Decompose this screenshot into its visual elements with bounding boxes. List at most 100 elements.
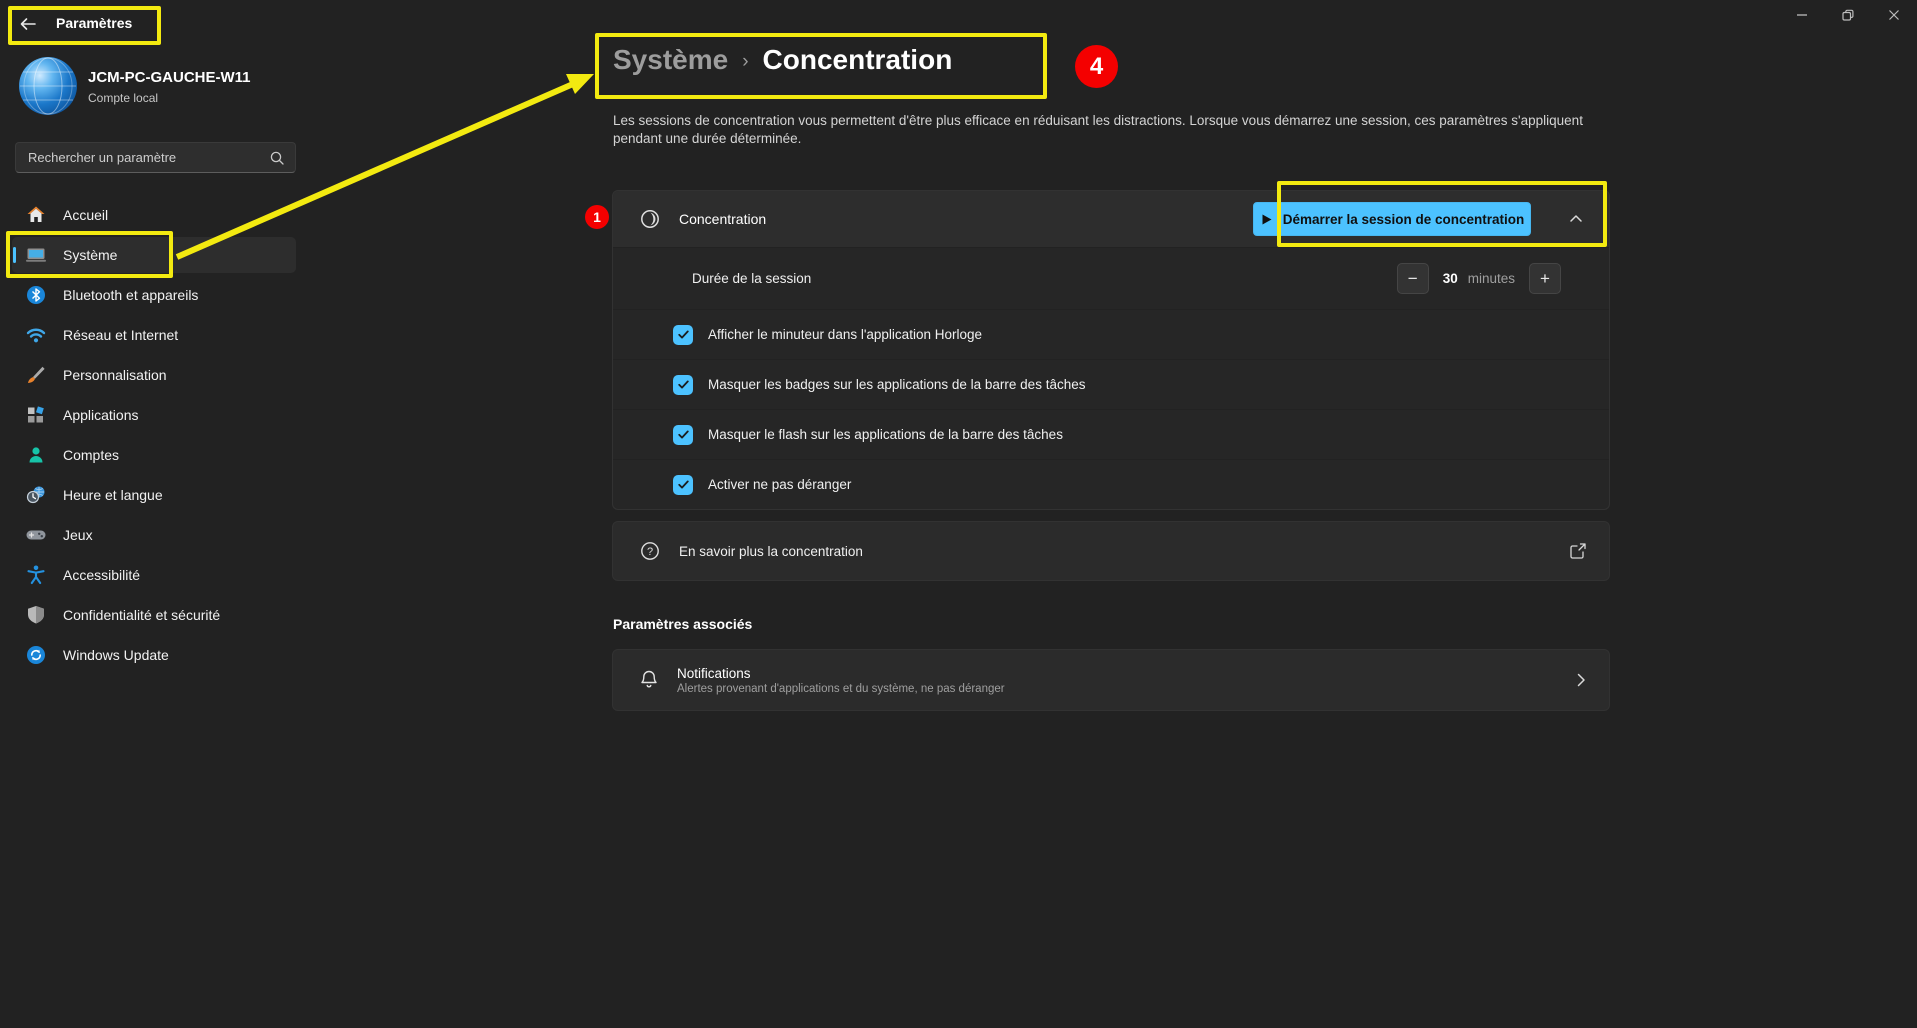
gaming-controller-icon [26,530,46,540]
help-icon: ? [641,542,659,560]
search-input[interactable] [16,150,269,165]
sidebar-item-jeux[interactable]: Jeux [12,517,296,553]
checkmark-icon [677,430,689,439]
chevron-up-icon [1570,215,1582,222]
annotation-badge-4: 4 [1075,45,1118,88]
start-focus-session-label: Démarrer la session de concentration [1282,211,1525,227]
sidebar-item-label: Système [63,247,118,263]
sidebar-item-systeme[interactable]: Système [12,237,296,273]
show-timer-row[interactable]: Afficher le minuteur dans l'application … [613,309,1609,359]
account-type: Compte local [88,91,159,105]
bluetooth-icon [27,286,45,304]
checkmark-icon [677,480,689,489]
duration-unit: minutes [1467,271,1515,286]
annotation-badge-1: 1 [585,205,609,229]
sidebar-item-label: Windows Update [63,647,169,663]
privacy-shield-icon [28,606,44,624]
hide-flash-checkbox[interactable] [673,424,693,445]
minimize-icon [1797,14,1807,16]
do-not-disturb-row[interactable]: Activer ne pas déranger [613,459,1609,509]
focus-expander-header[interactable]: Concentration Démarrer la session de con… [613,191,1609,247]
sidebar-item-confidentialite[interactable]: Confidentialité et sécurité [12,597,296,633]
duration-stepper: − 30 minutes + [1396,263,1561,294]
external-link-icon [1570,543,1586,559]
sidebar-item-label: Personnalisation [63,367,167,383]
account-name: JCM-PC-GAUCHE-W11 [88,69,251,86]
notifications-card[interactable]: Notifications Alertes provenant d'applic… [612,649,1610,711]
external-link-wrap[interactable] [1569,542,1587,560]
window-title: Paramètres [56,15,133,31]
system-icon [26,248,46,262]
home-icon [27,206,45,222]
focus-icon [641,210,659,228]
bell-icon [641,670,657,688]
sidebar-item-label: Heure et langue [63,487,163,503]
duration-value: 30 [1442,271,1458,286]
duration-decrease-button[interactable]: − [1396,263,1429,294]
close-button[interactable] [1871,0,1917,30]
minimize-button[interactable] [1779,0,1825,30]
chevron-right-icon [1577,673,1585,687]
play-icon [1262,214,1272,224]
sidebar-item-windows-update[interactable]: Windows Update [12,637,296,673]
network-wifi-icon [26,328,46,343]
related-settings-heading: Paramètres associés [613,616,753,632]
checkbox-label: Afficher le minuteur dans l'application … [708,327,982,342]
checkbox-label: Masquer le flash sur les applications de… [708,427,1063,442]
sidebar-item-label: Accueil [63,207,109,223]
breadcrumb: Système › Concentration [613,44,952,76]
sidebar-item-label: Applications [63,407,139,423]
sidebar-item-label: Comptes [63,447,120,463]
sidebar-item-label: Accessibilité [63,567,141,583]
window-controls [1779,0,1917,30]
selected-indicator [13,247,16,263]
focus-expander-card: Concentration Démarrer la session de con… [612,190,1610,510]
duration-increase-button[interactable]: + [1529,263,1561,294]
sidebar-item-label: Réseau et Internet [63,327,179,343]
accessibility-icon [27,565,45,585]
learn-more-label: En savoir plus la concentration [679,543,863,559]
accounts-person-icon [29,447,43,463]
breadcrumb-separator-icon: › [742,51,749,72]
checkmark-icon [677,380,689,389]
checkbox-label: Activer ne pas déranger [708,477,852,492]
checkmark-icon [677,330,689,339]
session-duration-row: Durée de la session − 30 minutes + [613,247,1609,309]
apps-icon [28,406,44,423]
sidebar-item-applications[interactable]: Applications [12,397,296,433]
do-not-disturb-checkbox[interactable] [673,474,693,495]
session-duration-label: Durée de la session [692,271,812,286]
personalization-brush-icon [28,366,45,383]
sidebar-item-accessibilite[interactable]: Accessibilité [12,557,296,593]
back-arrow-icon [20,18,36,30]
checkbox-label: Masquer les badges sur les applications … [708,377,1086,392]
sidebar-item-reseau[interactable]: Réseau et Internet [12,317,296,353]
hide-flash-row[interactable]: Masquer le flash sur les applications de… [613,409,1609,459]
close-icon [1889,10,1899,20]
time-language-icon [26,486,45,504]
start-focus-session-button[interactable]: Démarrer la session de concentration [1253,202,1531,236]
sidebar-nav: Accueil Système Bluetooth et appareils R… [12,197,296,673]
hide-badges-checkbox[interactable] [673,374,693,395]
breadcrumb-parent[interactable]: Système [613,44,728,76]
show-timer-checkbox[interactable] [673,324,693,345]
restore-button[interactable] [1825,0,1871,30]
page-description: Les sessions de concentration vous perme… [613,113,1583,146]
notifications-title: Notifications [677,665,751,681]
sidebar-item-personnalisation[interactable]: Personnalisation [12,357,296,393]
page-title: Concentration [762,44,953,75]
notifications-text: Notifications Alertes provenant d'applic… [677,666,1005,695]
sidebar-item-bluetooth[interactable]: Bluetooth et appareils [12,277,296,313]
learn-more-card[interactable]: ? En savoir plus la concentration [612,521,1610,581]
expander-collapse-button[interactable] [1559,202,1593,236]
search-icon[interactable] [269,150,285,166]
notifications-subtitle: Alertes provenant d'applications et du s… [677,682,1005,695]
sidebar-item-heure-langue[interactable]: Heure et langue [12,477,296,513]
hide-badges-row[interactable]: Masquer les badges sur les applications … [613,359,1609,409]
sidebar-item-accueil[interactable]: Accueil [12,197,296,233]
account-avatar-globe[interactable] [18,56,78,116]
focus-title: Concentration [679,211,767,227]
search-box[interactable] [15,142,296,173]
sidebar-item-comptes[interactable]: Comptes [12,437,296,473]
back-button[interactable] [16,12,40,36]
